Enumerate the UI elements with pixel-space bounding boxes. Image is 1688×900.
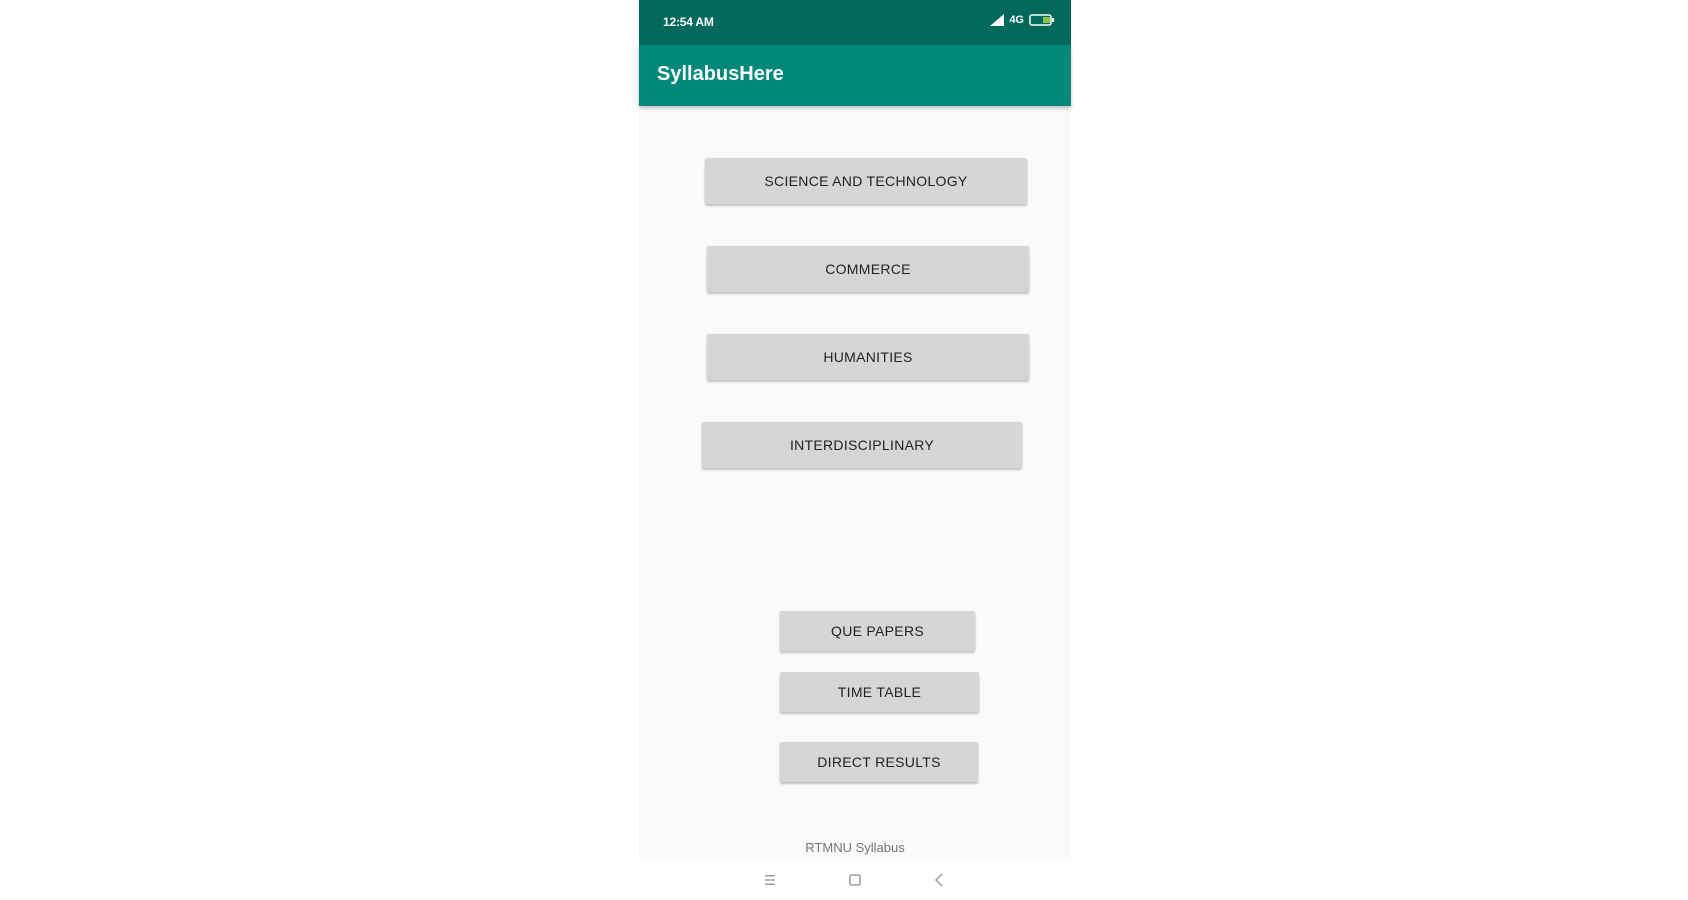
footer-label: RTMNU Syllabus [805,840,905,855]
status-icons: 4G [990,14,1055,26]
status-time: 12:54 AM [663,15,714,29]
humanities-button[interactable]: HUMANITIES [707,334,1029,380]
navigation-bar [639,860,1071,900]
time-table-button[interactable]: TIME TABLE [780,672,979,712]
signal-icon [990,14,1005,26]
network-type: 4G [1009,14,1024,26]
commerce-button[interactable]: COMMERCE [707,246,1029,292]
science-and-technology-button[interactable]: SCIENCE AND TECHNOLOGY [705,158,1027,204]
back-icon[interactable] [932,872,948,888]
interdisciplinary-button[interactable]: INTERDISCIPLINARY [702,422,1022,468]
que-papers-button[interactable]: QUE PAPERS [780,611,975,651]
phone-screen: 12:54 AM 4G SyllabusHere SCIENCE AND TEC… [639,0,1071,900]
app-title: SyllabusHere [657,63,784,85]
direct-results-button[interactable]: DIRECT RESULTS [780,742,978,782]
status-bar: 12:54 AM 4G [639,0,1071,45]
battery-icon [1029,14,1054,26]
menu-icon[interactable] [762,872,778,888]
home-square-icon[interactable] [847,872,863,888]
app-bar: SyllabusHere [639,45,1071,106]
